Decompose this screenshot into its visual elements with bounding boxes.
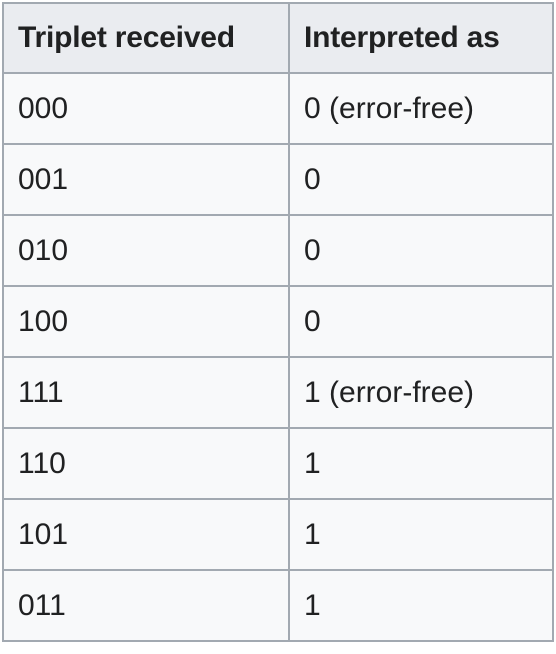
column-header-interpreted-as: Interpreted as <box>288 2 554 74</box>
triplet-received-cell: 101 <box>2 498 290 571</box>
triplet-received-cell: 001 <box>2 143 290 216</box>
triplet-received-cell: 111 <box>2 356 290 429</box>
table-row: 101 1 <box>2 498 554 571</box>
triplet-received-cell: 100 <box>2 285 290 358</box>
column-header-triplet-received: Triplet received <box>2 2 290 74</box>
table-row: 111 1 (error-free) <box>2 356 554 429</box>
table-row: 110 1 <box>2 427 554 500</box>
table-row: 100 0 <box>2 285 554 358</box>
table-row: 010 0 <box>2 214 554 287</box>
triplet-decoding-table: Triplet received Interpreted as 000 0 (e… <box>2 2 554 642</box>
triplet-received-cell: 010 <box>2 214 290 287</box>
interpreted-as-cell: 0 <box>288 143 554 216</box>
table-row: 001 0 <box>2 143 554 216</box>
interpreted-as-cell: 1 <box>288 569 554 642</box>
interpreted-as-cell: 1 <box>288 427 554 500</box>
triplet-received-cell: 000 <box>2 72 290 145</box>
interpreted-as-cell: 0 <box>288 285 554 358</box>
interpreted-as-cell: 0 (error-free) <box>288 72 554 145</box>
table-row: 000 0 (error-free) <box>2 72 554 145</box>
triplet-received-cell: 011 <box>2 569 290 642</box>
header-row: Triplet received Interpreted as <box>2 2 554 74</box>
interpreted-as-cell: 0 <box>288 214 554 287</box>
table-row: 011 1 <box>2 569 554 642</box>
interpreted-as-cell: 1 <box>288 498 554 571</box>
triplet-received-cell: 110 <box>2 427 290 500</box>
interpreted-as-cell: 1 (error-free) <box>288 356 554 429</box>
table-container: Triplet received Interpreted as 000 0 (e… <box>2 2 554 642</box>
